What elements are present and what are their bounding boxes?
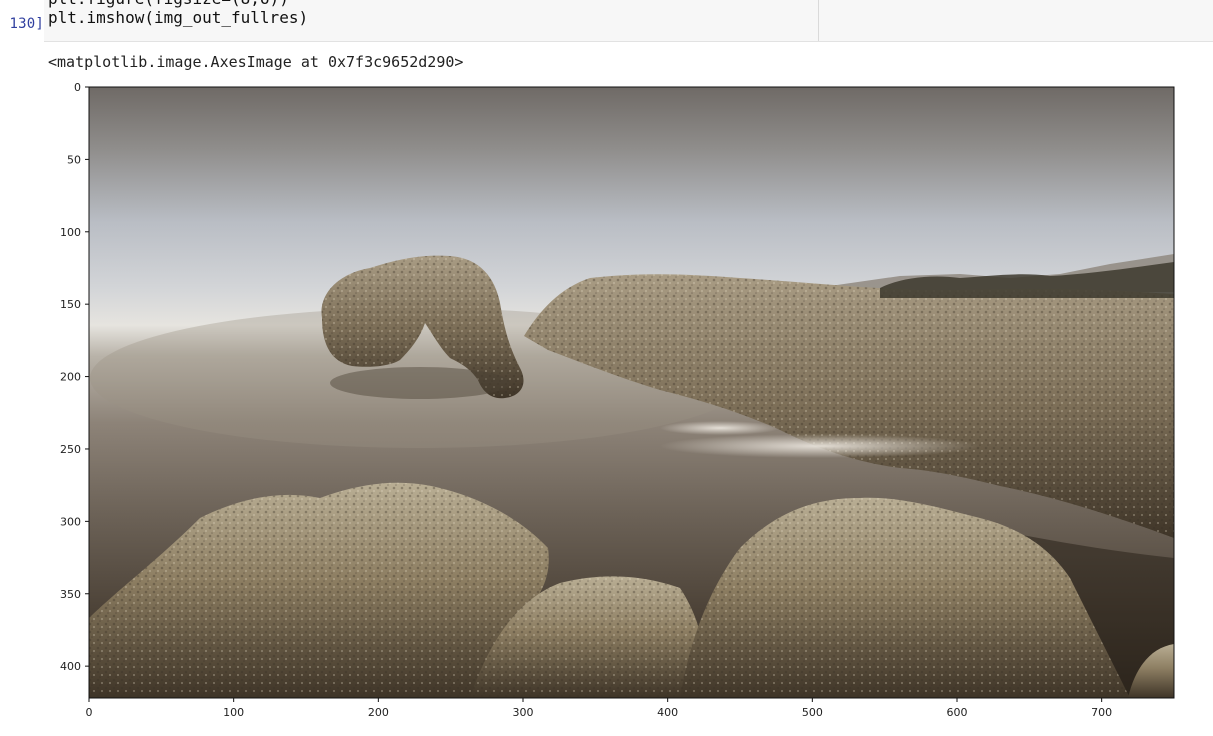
editor-ruler bbox=[818, 0, 819, 41]
y-tick-label: 100 bbox=[60, 226, 81, 239]
x-tick-label: 500 bbox=[802, 706, 823, 719]
y-tick-label: 150 bbox=[60, 298, 81, 311]
code-cell[interactable]: 130] plt.figure(figsize=(8,6)) plt.imsho… bbox=[0, 0, 1213, 42]
execution-count: 130] bbox=[9, 16, 44, 32]
imshow-figure: 0 100 200 300 400 500 600 700 0 50 100 150 200 250 30… bbox=[60, 81, 1175, 719]
y-tick-label: 50 bbox=[67, 153, 81, 166]
output-repr: <matplotlib.image.AxesImage at 0x7f3c965… bbox=[48, 53, 464, 71]
y-tick-label: 350 bbox=[60, 588, 81, 601]
arch-reflection bbox=[330, 367, 510, 399]
y-axis: 0 50 100 150 200 250 300 350 400 bbox=[60, 81, 89, 673]
foam-streak-small bbox=[660, 421, 780, 435]
y-tick-label: 0 bbox=[74, 81, 81, 94]
y-tick-label: 400 bbox=[60, 660, 81, 673]
x-axis: 0 100 200 300 400 500 600 700 bbox=[86, 698, 1112, 719]
code-line: plt.imshow(img_out_fullres) bbox=[48, 8, 309, 27]
x-tick-label: 100 bbox=[223, 706, 244, 719]
x-tick-label: 600 bbox=[947, 706, 968, 719]
x-tick-label: 200 bbox=[368, 706, 389, 719]
image-content bbox=[89, 87, 1174, 698]
x-tick-label: 300 bbox=[513, 706, 534, 719]
figure-output: 0 100 200 300 400 500 600 700 0 50 100 150 200 250 30… bbox=[0, 78, 1213, 732]
x-tick-label: 400 bbox=[657, 706, 678, 719]
code-editor[interactable]: plt.figure(figsize=(8,6)) plt.imshow(img… bbox=[44, 0, 1213, 42]
foam-streak bbox=[660, 434, 980, 458]
y-tick-label: 250 bbox=[60, 443, 81, 456]
x-tick-label: 0 bbox=[86, 706, 93, 719]
y-tick-label: 300 bbox=[60, 515, 81, 528]
code-line-previous: plt.figure(figsize=(8,6)) bbox=[48, 0, 289, 8]
y-tick-label: 200 bbox=[60, 371, 81, 384]
x-tick-label: 700 bbox=[1091, 706, 1112, 719]
